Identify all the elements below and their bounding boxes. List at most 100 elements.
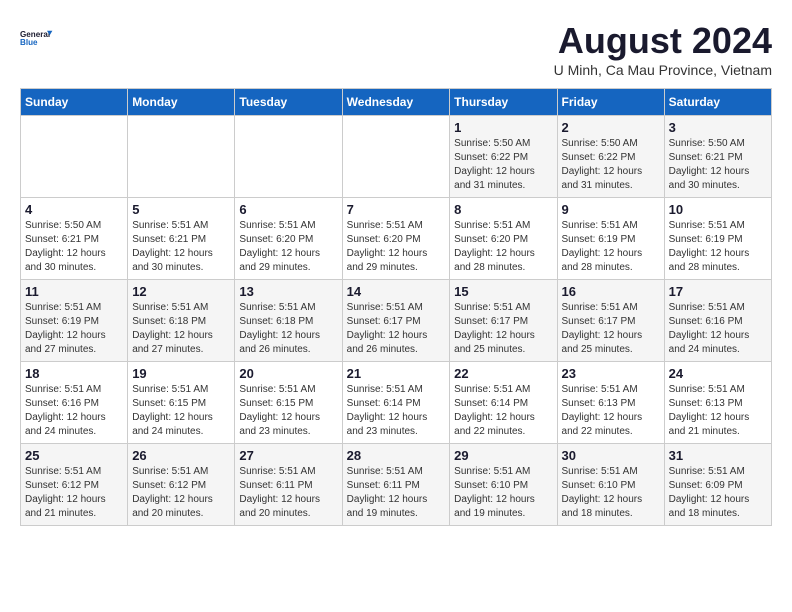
col-sunday: Sunday [21,89,128,116]
day-info: Sunrise: 5:51 AM Sunset: 6:09 PM Dayligh… [669,465,767,521]
day-info: Sunrise: 5:51 AM Sunset: 6:14 PM Dayligh… [347,383,446,439]
week-row-4: 18 Sunrise: 5:51 AM Sunset: 6:16 PM Dayli… [21,362,772,444]
day-number: 16 [562,284,660,299]
day-info: Sunrise: 5:51 AM Sunset: 6:16 PM Dayligh… [25,383,123,439]
day-number: 1 [454,120,552,135]
calendar-cell: 31 Sunrise: 5:51 AM Sunset: 6:09 PM Dayli… [664,444,771,526]
page-subtitle: U Minh, Ca Mau Province, Vietnam [554,62,772,78]
page-title: August 2024 [554,20,772,62]
day-number: 24 [669,366,767,381]
day-number: 19 [132,366,230,381]
col-tuesday: Tuesday [235,89,342,116]
day-number: 28 [347,448,446,463]
day-number: 6 [239,202,337,217]
day-info: Sunrise: 5:51 AM Sunset: 6:20 PM Dayligh… [347,219,446,275]
col-saturday: Saturday [664,89,771,116]
col-friday: Friday [557,89,664,116]
day-info: Sunrise: 5:51 AM Sunset: 6:18 PM Dayligh… [132,301,230,357]
day-info: Sunrise: 5:51 AM Sunset: 6:15 PM Dayligh… [132,383,230,439]
day-number: 30 [562,448,660,463]
day-info: Sunrise: 5:51 AM Sunset: 6:19 PM Dayligh… [669,219,767,275]
svg-text:General: General [20,30,50,39]
week-row-5: 25 Sunrise: 5:51 AM Sunset: 6:12 PM Dayli… [21,444,772,526]
day-info: Sunrise: 5:51 AM Sunset: 6:16 PM Dayligh… [669,301,767,357]
calendar-cell: 2 Sunrise: 5:50 AM Sunset: 6:22 PM Daylig… [557,116,664,198]
calendar-cell: 8 Sunrise: 5:51 AM Sunset: 6:20 PM Daylig… [450,198,557,280]
day-number: 22 [454,366,552,381]
calendar-cell: 24 Sunrise: 5:51 AM Sunset: 6:13 PM Dayli… [664,362,771,444]
day-number: 4 [25,202,123,217]
week-row-2: 4 Sunrise: 5:50 AM Sunset: 6:21 PM Daylig… [21,198,772,280]
day-info: Sunrise: 5:51 AM Sunset: 6:20 PM Dayligh… [239,219,337,275]
calendar-cell: 5Sunrise: 5:51 AM Sunset: 6:21 PM Daylig… [128,198,235,280]
day-number: 25 [25,448,123,463]
logo: GeneralBlue [20,20,56,56]
calendar-cell: 18 Sunrise: 5:51 AM Sunset: 6:16 PM Dayli… [21,362,128,444]
calendar-cell: 30 Sunrise: 5:51 AM Sunset: 6:10 PM Dayli… [557,444,664,526]
calendar-cell: 28 Sunrise: 5:51 AM Sunset: 6:11 PM Dayli… [342,444,450,526]
day-info: Sunrise: 5:51 AM Sunset: 6:20 PM Dayligh… [454,219,552,275]
day-info: Sunrise: 5:51 AM Sunset: 6:13 PM Dayligh… [562,383,660,439]
calendar-cell: 26 Sunrise: 5:51 AM Sunset: 6:12 PM Dayli… [128,444,235,526]
day-number: 18 [25,366,123,381]
day-info: Sunrise: 5:51 AM Sunset: 6:12 PM Dayligh… [25,465,123,521]
day-number: 29 [454,448,552,463]
calendar-cell: 29 Sunrise: 5:51 AM Sunset: 6:10 PM Dayli… [450,444,557,526]
day-info: Sunrise: 5:50 AM Sunset: 6:22 PM Dayligh… [562,137,660,193]
header-row: Sunday Monday Tuesday Wednesday Thursday… [21,89,772,116]
logo-icon: GeneralBlue [20,20,56,56]
day-number: 11 [25,284,123,299]
day-info: Sunrise: 5:50 AM Sunset: 6:21 PM Dayligh… [25,219,123,275]
calendar-cell: 23 Sunrise: 5:51 AM Sunset: 6:13 PM Dayli… [557,362,664,444]
calendar-cell: 11Sunrise: 5:51 AM Sunset: 6:19 PM Dayli… [21,280,128,362]
calendar-cell: 27Sunrise: 5:51 AM Sunset: 6:11 PM Dayli… [235,444,342,526]
week-row-3: 11Sunrise: 5:51 AM Sunset: 6:19 PM Dayli… [21,280,772,362]
day-info: Sunrise: 5:51 AM Sunset: 6:10 PM Dayligh… [562,465,660,521]
calendar-cell: 1 Sunrise: 5:50 AM Sunset: 6:22 PM Daylig… [450,116,557,198]
page-header: GeneralBlue August 2024 U Minh, Ca Mau P… [20,20,772,78]
calendar-body: 1 Sunrise: 5:50 AM Sunset: 6:22 PM Daylig… [21,116,772,526]
title-section: August 2024 U Minh, Ca Mau Province, Vie… [554,20,772,78]
week-row-1: 1 Sunrise: 5:50 AM Sunset: 6:22 PM Daylig… [21,116,772,198]
day-number: 9 [562,202,660,217]
calendar-header: Sunday Monday Tuesday Wednesday Thursday… [21,89,772,116]
day-info: Sunrise: 5:51 AM Sunset: 6:11 PM Dayligh… [347,465,446,521]
day-number: 10 [669,202,767,217]
calendar-cell [235,116,342,198]
col-monday: Monday [128,89,235,116]
day-number: 2 [562,120,660,135]
day-info: Sunrise: 5:50 AM Sunset: 6:22 PM Dayligh… [454,137,552,193]
day-number: 31 [669,448,767,463]
day-number: 13 [239,284,337,299]
day-number: 12 [132,284,230,299]
day-info: Sunrise: 5:51 AM Sunset: 6:17 PM Dayligh… [562,301,660,357]
day-number: 17 [669,284,767,299]
calendar-cell: 6 Sunrise: 5:51 AM Sunset: 6:20 PM Daylig… [235,198,342,280]
day-info: Sunrise: 5:51 AM Sunset: 6:10 PM Dayligh… [454,465,552,521]
day-info: Sunrise: 5:51 AM Sunset: 6:13 PM Dayligh… [669,383,767,439]
day-number: 8 [454,202,552,217]
day-number: 20 [239,366,337,381]
day-number: 15 [454,284,552,299]
day-info: Sunrise: 5:51 AM Sunset: 6:17 PM Dayligh… [347,301,446,357]
calendar-cell: 13Sunrise: 5:51 AM Sunset: 6:18 PM Dayli… [235,280,342,362]
day-number: 7 [347,202,446,217]
day-info: Sunrise: 5:51 AM Sunset: 6:12 PM Dayligh… [132,465,230,521]
calendar-table: Sunday Monday Tuesday Wednesday Thursday… [20,88,772,526]
calendar-cell: 20 Sunrise: 5:51 AM Sunset: 6:15 PM Dayli… [235,362,342,444]
day-info: Sunrise: 5:51 AM Sunset: 6:15 PM Dayligh… [239,383,337,439]
calendar-cell [21,116,128,198]
col-thursday: Thursday [450,89,557,116]
day-number: 26 [132,448,230,463]
col-wednesday: Wednesday [342,89,450,116]
day-info: Sunrise: 5:51 AM Sunset: 6:21 PM Dayligh… [132,219,230,275]
calendar-cell: 16 Sunrise: 5:51 AM Sunset: 6:17 PM Dayli… [557,280,664,362]
day-info: Sunrise: 5:51 AM Sunset: 6:14 PM Dayligh… [454,383,552,439]
day-info: Sunrise: 5:51 AM Sunset: 6:17 PM Dayligh… [454,301,552,357]
calendar-cell: 4 Sunrise: 5:50 AM Sunset: 6:21 PM Daylig… [21,198,128,280]
calendar-cell [128,116,235,198]
calendar-cell: 22 Sunrise: 5:51 AM Sunset: 6:14 PM Dayli… [450,362,557,444]
day-info: Sunrise: 5:51 AM Sunset: 6:19 PM Dayligh… [562,219,660,275]
calendar-cell: 21Sunrise: 5:51 AM Sunset: 6:14 PM Dayli… [342,362,450,444]
day-number: 23 [562,366,660,381]
